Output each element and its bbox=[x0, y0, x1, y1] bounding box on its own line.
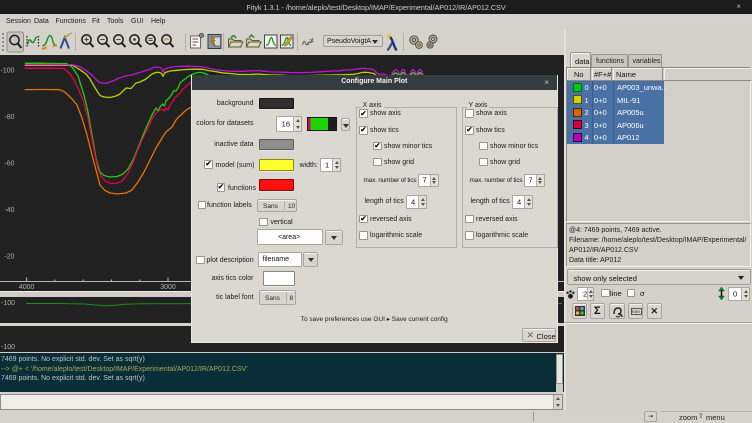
svg-text:-20: -20 bbox=[4, 254, 14, 261]
svg-text:-60: -60 bbox=[4, 161, 14, 168]
svg-text:-40: -40 bbox=[4, 207, 14, 214]
svg-text:4000: 4000 bbox=[19, 284, 35, 291]
svg-text:3000: 3000 bbox=[160, 284, 176, 291]
svg-text:-100: -100 bbox=[0, 67, 14, 74]
svg-text:-80: -80 bbox=[4, 114, 14, 121]
